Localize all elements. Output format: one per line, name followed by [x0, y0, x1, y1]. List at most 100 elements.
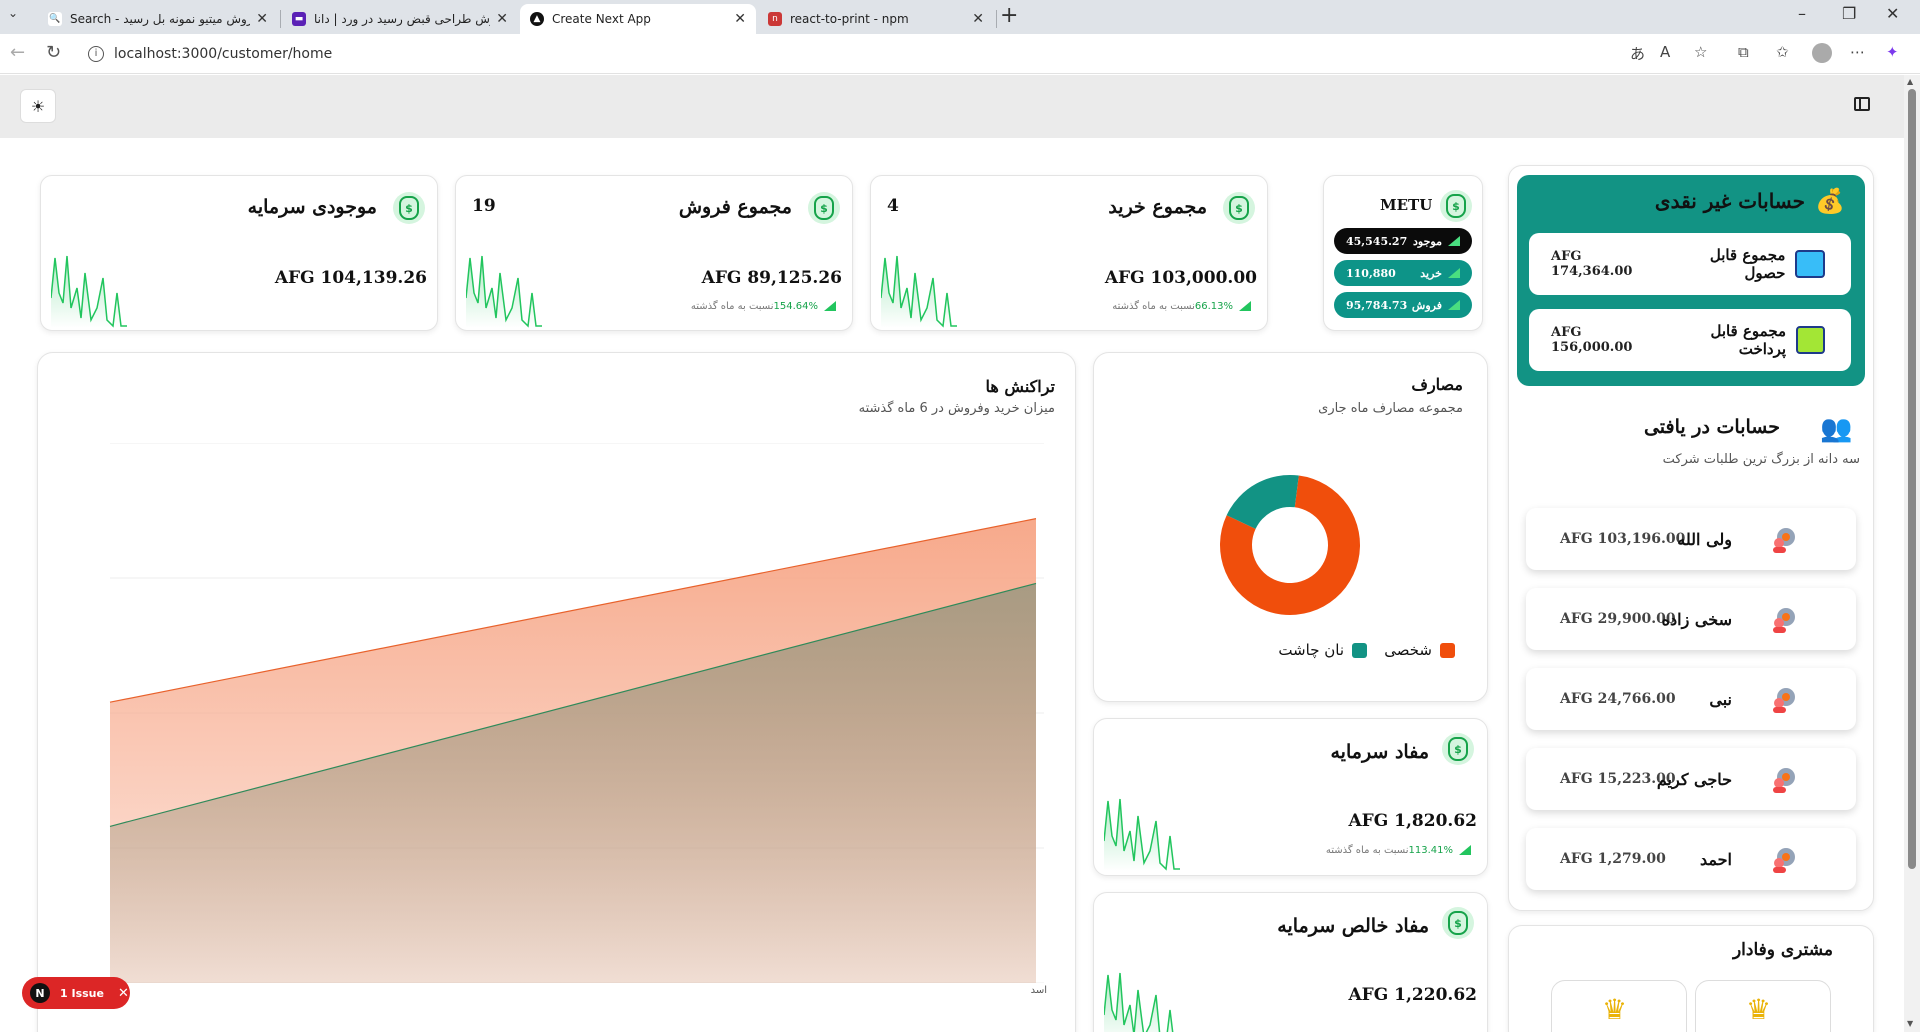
- scroll-down-icon[interactable]: ▼: [1907, 1019, 1913, 1028]
- nextjs-logo-icon: N: [30, 983, 50, 1003]
- gear-person-icon: [1773, 768, 1795, 793]
- favorites-icon[interactable]: ✩: [1776, 43, 1789, 61]
- url-field[interactable]: i localhost:3000/customer/home: [80, 40, 1620, 68]
- sidebar-toggle-icon[interactable]: [1854, 97, 1870, 111]
- profile-avatar[interactable]: [1812, 43, 1832, 63]
- debtor-item[interactable]: AFG 29,900.00 سخی زاده: [1526, 588, 1856, 650]
- window-close-icon[interactable]: ✕: [1886, 4, 1899, 23]
- sparkline: [466, 255, 542, 328]
- new-tab-icon[interactable]: +: [1000, 3, 1018, 28]
- reload-icon[interactable]: ↻: [46, 42, 61, 63]
- chart-subtitle: میزان خرید وفروش در 6 ماه گذشته: [858, 401, 1055, 416]
- minimize-icon[interactable]: –: [1798, 4, 1806, 23]
- tab-title: Search - فروش میتیو نمونه بل رسید: [70, 12, 251, 26]
- crown-icon: ♛: [1746, 993, 1772, 1026]
- tab-title: react-to-print - npm: [790, 12, 909, 26]
- money-bag-icon: [1442, 907, 1474, 939]
- gear-person-icon: [1773, 688, 1795, 713]
- legend-item-personal[interactable]: شخصی: [1384, 641, 1455, 659]
- page-scrollbar[interactable]: ▲ ▼: [1904, 75, 1920, 1032]
- stat-value: AFG 1,820.62: [1348, 811, 1477, 831]
- noncash-title: حسابات غیر نقدی: [1654, 189, 1805, 213]
- trend-up-icon: [1239, 301, 1251, 311]
- trend-up-icon: [1448, 268, 1460, 278]
- stat-value: AFG 104,139.26: [274, 268, 427, 288]
- favorite-star-icon[interactable]: ☆: [1694, 43, 1707, 61]
- extensions-icon[interactable]: ⧉: [1738, 43, 1749, 61]
- browser-tab-2[interactable]: ▬ روش طراحی قبض رسید در ورد | دانا ✕: [282, 4, 518, 34]
- theme-toggle-button[interactable]: ☀: [20, 89, 56, 123]
- debtor-value: AFG 103,196.00: [1560, 531, 1686, 547]
- money-bags-icon: 💰: [1815, 187, 1845, 215]
- loyal-customer-card[interactable]: ♛: [1551, 980, 1687, 1032]
- debtor-name: نبی: [1709, 689, 1732, 709]
- stat-percent: 66.13%: [1194, 301, 1233, 312]
- row-value: AFG 174,364.00: [1551, 249, 1633, 279]
- expenses-donut-chart: [1220, 475, 1360, 615]
- more-icon[interactable]: ⋯: [1850, 43, 1865, 61]
- browser-tab-4[interactable]: n react-to-print - npm ✕: [758, 4, 994, 34]
- sparkline: [51, 255, 127, 328]
- legend-label: نان چاشت: [1278, 641, 1344, 659]
- loyal-title: مشتری وفادار: [1732, 940, 1833, 960]
- legend-label: شخصی: [1384, 641, 1432, 659]
- npm-favicon-icon: n: [768, 12, 782, 26]
- copilot-icon[interactable]: ✦: [1886, 43, 1899, 61]
- stat-footer: 66.13%نسبت به ماه گذشته: [1112, 301, 1257, 312]
- pill-value: 110,880: [1346, 266, 1396, 280]
- close-icon[interactable]: ✕: [734, 11, 746, 27]
- sparkline-area: [466, 256, 542, 328]
- back-icon[interactable]: ←: [10, 42, 25, 63]
- transactions-card: تراکنش ها میزان خرید وفروش در 6 ماه گذشت…: [37, 352, 1076, 1032]
- sun-icon: ☀: [30, 96, 46, 116]
- issue-badge[interactable]: N 1 Issue ✕: [22, 977, 130, 1009]
- debtor-item[interactable]: AFG 24,766.00 نبی: [1526, 668, 1856, 730]
- browser-tab-bar: ⌄ 🔍 Search - فروش میتیو نمونه بل رسید ✕ …: [0, 0, 1920, 34]
- gear-person-icon: [1773, 528, 1795, 553]
- money-bag-icon: [808, 192, 840, 224]
- expenses-card: مصارف مجموعه مصارف ماه جاری شخصی نان چاش…: [1093, 352, 1488, 702]
- trend-up-icon: [1448, 236, 1460, 246]
- row-value: AFG 156,000.00: [1551, 325, 1633, 355]
- scroll-up-icon[interactable]: ▲: [1907, 77, 1913, 86]
- x-axis-label: اسد: [1030, 985, 1047, 996]
- stat-title: مجموع فروش: [678, 196, 792, 218]
- info-icon[interactable]: i: [88, 46, 104, 62]
- read-aloud-icon[interactable]: A: [1660, 43, 1670, 61]
- close-icon[interactable]: ✕: [118, 986, 129, 1001]
- site-favicon-icon: ▬: [292, 12, 306, 26]
- metu-title: METU: [1380, 196, 1433, 214]
- debtor-item[interactable]: AFG 1,279.00 احمد: [1526, 828, 1856, 890]
- stat-percent: 113.41%: [1408, 845, 1454, 856]
- metu-pill-balance: 45,545.27 موجود: [1334, 228, 1472, 254]
- restore-icon[interactable]: ❐: [1842, 4, 1856, 23]
- nextjs-favicon-icon: ▲: [530, 12, 544, 26]
- stat-count: 4: [887, 196, 899, 216]
- close-icon[interactable]: ✕: [496, 11, 508, 27]
- pill-label: خرید: [1420, 266, 1442, 280]
- debtor-item[interactable]: AFG 15,223.00 حاجی کریم: [1526, 748, 1856, 810]
- gear-person-icon: [1773, 608, 1795, 633]
- close-icon[interactable]: ✕: [256, 11, 268, 27]
- browser-tab-3[interactable]: ▲ Create Next App ✕: [520, 4, 756, 34]
- tab-list-chevron-icon[interactable]: ⌄: [8, 6, 18, 20]
- stat-title: مفاد سرمایه: [1330, 741, 1430, 763]
- noncash-row-payable[interactable]: AFG 156,000.00 مجموع قابل پرداخت: [1529, 309, 1851, 371]
- legend-item-lunch[interactable]: نان چاشت: [1278, 641, 1367, 659]
- sparkline-area: [881, 256, 957, 328]
- translate-icon[interactable]: あ: [1630, 43, 1645, 64]
- noncash-row-receivable[interactable]: AFG 174,364.00 مجموع قابل حصول: [1529, 233, 1851, 295]
- stat-count: 19: [472, 196, 496, 216]
- receivables-subtitle: سه دانه از بزرگ ترین طلبات شرکت: [1662, 452, 1860, 467]
- debtor-item[interactable]: AFG 103,196.00 ولی الله: [1526, 508, 1856, 570]
- chart-title: مصارف: [1411, 375, 1463, 394]
- sparkline-area: [51, 256, 127, 328]
- gear-person-icon: [1773, 848, 1795, 873]
- trend-up-icon: [1448, 300, 1460, 310]
- close-icon[interactable]: ✕: [972, 11, 984, 27]
- browser-tab-1[interactable]: 🔍 Search - فروش میتیو نمونه بل رسید ✕: [38, 4, 278, 34]
- scrollbar-thumb[interactable]: [1908, 89, 1916, 869]
- loyal-customer-card[interactable]: ♛: [1695, 980, 1831, 1032]
- sparkline-area: [1104, 799, 1180, 871]
- stat-footer: 154.64%نسبت به ماه گذشته: [691, 301, 842, 312]
